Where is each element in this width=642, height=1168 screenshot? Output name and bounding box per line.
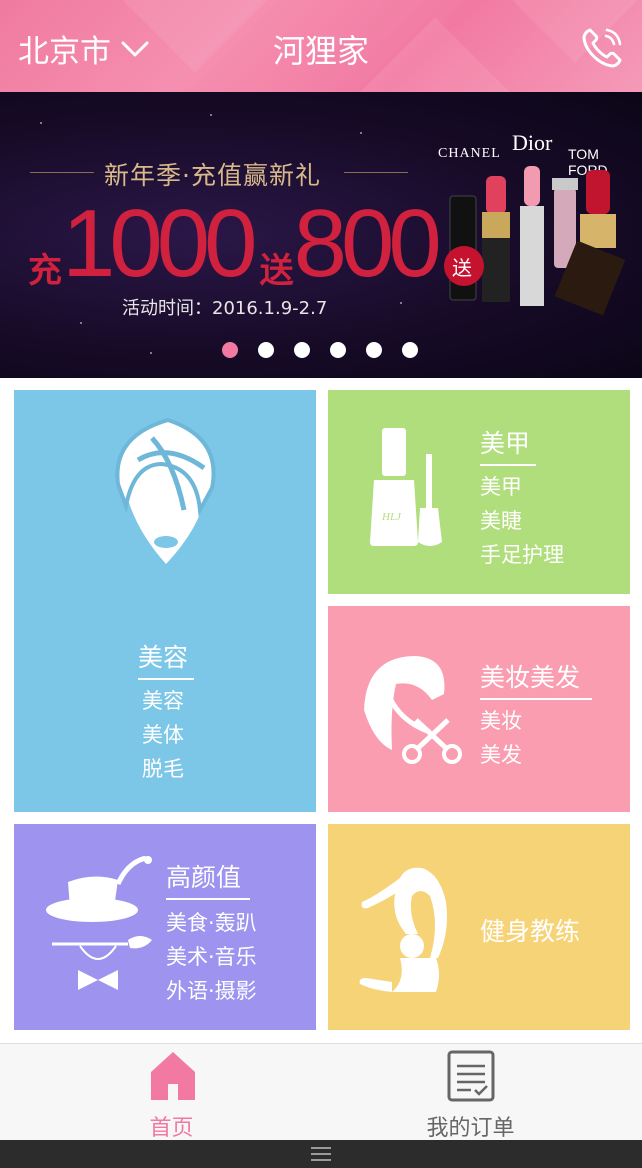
- makeup-item[interactable]: 美发: [480, 738, 522, 772]
- fitness-title: 健身教练: [480, 917, 581, 946]
- nail-item[interactable]: 手足护理: [480, 538, 564, 572]
- carousel-dot[interactable]: [402, 342, 418, 358]
- gift-badge: 送: [452, 256, 472, 280]
- category-fitness-tile[interactable]: 健身教练: [328, 824, 630, 1030]
- carousel-dot[interactable]: [294, 342, 310, 358]
- home-icon: [151, 1052, 195, 1100]
- brand-dior: Dior: [512, 130, 553, 155]
- system-nav-bar: [0, 1140, 642, 1168]
- banner-date: 活动时间：2016.1.9-2.7: [122, 298, 328, 319]
- phone-icon[interactable]: [578, 24, 626, 72]
- category-beauty-tile[interactable]: 美容 美容 美体 脱毛: [14, 390, 316, 812]
- facial-towel-icon: [115, 417, 216, 564]
- category-makeup-hair-tile[interactable]: 美妆美发 美妆 美发: [328, 606, 630, 812]
- banner-headline: 新年季·充值赢新礼: [104, 161, 321, 190]
- value-item[interactable]: 外语·摄影: [166, 974, 257, 1008]
- tab-orders[interactable]: 我的订单: [310, 1044, 631, 1141]
- category-nail-tile[interactable]: HLJ 美甲 美甲 美睫 手足护理: [328, 390, 630, 594]
- yoga-pose-icon: [359, 867, 447, 992]
- tab-home-label: 首页: [149, 1116, 194, 1141]
- value-title: 高颜值: [166, 863, 242, 892]
- star: [80, 322, 82, 324]
- star: [400, 302, 402, 304]
- star: [360, 132, 362, 134]
- beauty-item[interactable]: 美容: [142, 684, 184, 718]
- hair-scissors-icon: [364, 656, 462, 764]
- banner-promo: 充1000 送800: [28, 196, 442, 292]
- title-underline: [138, 678, 194, 680]
- app-title: 河狸家: [272, 32, 369, 70]
- tab-orders-label: 我的订单: [426, 1116, 515, 1141]
- lipstick-products-image: [444, 166, 626, 316]
- bottom-tab-bar: 首页 我的订单: [0, 1043, 642, 1141]
- carousel-indicators: [222, 342, 438, 358]
- promo-prefix: 充: [28, 252, 62, 290]
- beauty-title: 美容: [138, 643, 189, 672]
- carousel-dot[interactable]: [258, 342, 274, 358]
- star: [150, 352, 152, 354]
- beauty-item[interactable]: 美体: [142, 718, 184, 752]
- promo-banner[interactable]: 新年季·充值赢新礼 充1000 送800 活动时间：2016.1.9-2.7 CH…: [0, 92, 642, 378]
- makeup-item[interactable]: 美妆: [480, 704, 522, 738]
- headline-rule: [30, 172, 94, 173]
- beauty-item[interactable]: 脱毛: [142, 752, 184, 786]
- value-item[interactable]: 美术·音乐: [166, 940, 257, 974]
- headline-rule: [344, 172, 408, 173]
- hat-bowtie-icon: [46, 856, 152, 990]
- carousel-dot[interactable]: [366, 342, 382, 358]
- nail-item[interactable]: 美甲: [480, 470, 522, 504]
- star: [210, 114, 212, 116]
- bottle-label: HLJ: [381, 511, 402, 523]
- tab-home[interactable]: 首页: [11, 1044, 332, 1141]
- makeup-title: 美妆美发: [480, 663, 581, 692]
- category-high-value-tile[interactable]: 高颜值 美食·轰趴 美术·音乐 外语·摄影: [14, 824, 316, 1030]
- app-header: 北京市 河狸家: [0, 0, 642, 92]
- promo-amount: 1000: [62, 190, 258, 297]
- promo-middle: 送: [259, 252, 294, 290]
- menu-icon[interactable]: [311, 1147, 331, 1161]
- title-underline: [480, 464, 536, 466]
- title-underline: [480, 698, 592, 700]
- order-list-icon: [447, 1050, 495, 1102]
- value-item[interactable]: 美食·轰趴: [166, 906, 257, 940]
- nail-item[interactable]: 美睫: [480, 504, 522, 538]
- title-underline: [166, 898, 250, 900]
- brand-chanel: CHANEL: [438, 146, 501, 161]
- carousel-dot[interactable]: [330, 342, 346, 358]
- promo-bonus: 800: [293, 190, 442, 297]
- carousel-dot[interactable]: [222, 342, 238, 358]
- nail-title: 美甲: [480, 429, 531, 458]
- star: [40, 122, 42, 124]
- nail-polish-icon: HLJ: [370, 428, 442, 546]
